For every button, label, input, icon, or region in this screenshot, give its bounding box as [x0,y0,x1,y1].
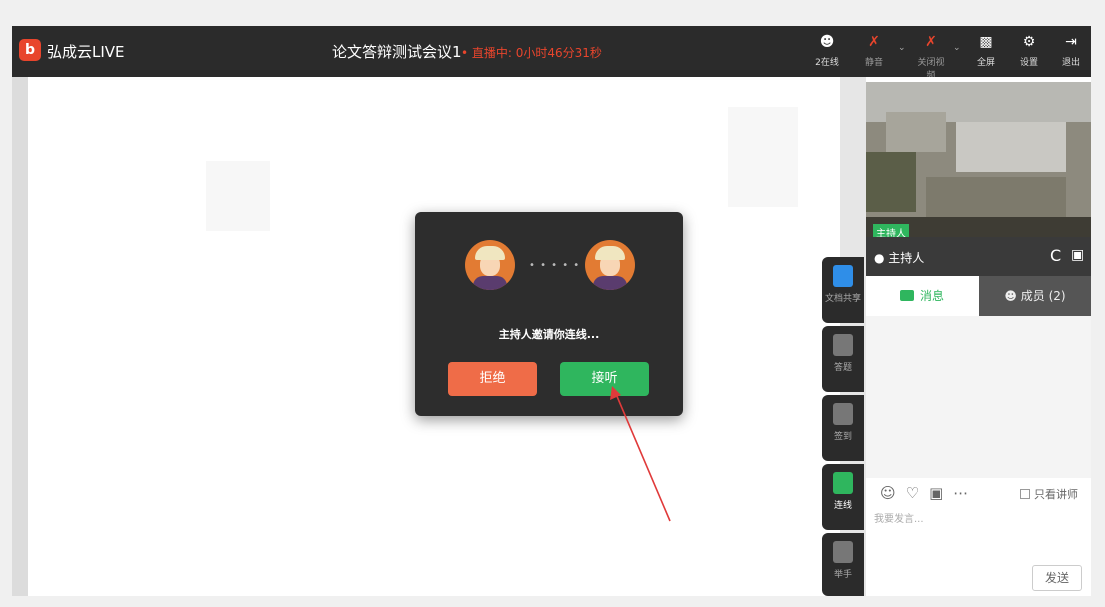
arrow-head [610,386,621,400]
arrow-line [615,393,671,522]
app-window: b 弘成云LIVE 论文答辩测试会议1 • 直播中: 0小时46分31秒 ☻ 2… [12,26,1091,596]
annotation-arrow [610,386,671,522]
